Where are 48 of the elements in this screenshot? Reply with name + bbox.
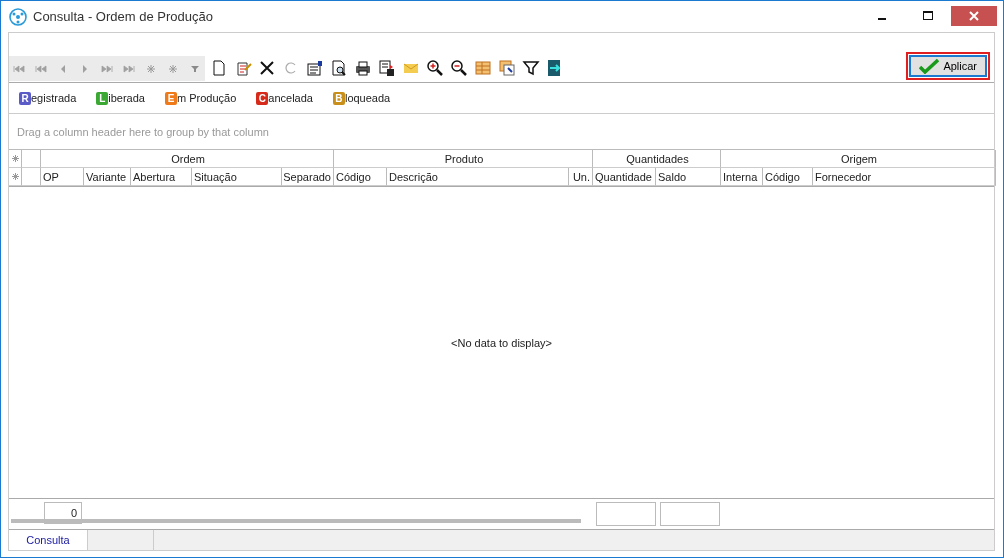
column-header[interactable]: Descrição — [387, 168, 569, 186]
status-label: m Produção — [176, 92, 237, 104]
group-hint: Drag a column header here to group by that column — [17, 125, 269, 138]
zoom-out-icon[interactable] — [449, 58, 469, 78]
column-header[interactable]: Interna — [721, 168, 763, 186]
status-badge: C — [256, 91, 269, 105]
band-header[interactable]: Quantidades — [593, 150, 721, 168]
column-header[interactable]: Abertura — [131, 168, 192, 186]
column-header[interactable]: Quantidade — [593, 168, 656, 186]
apply-button[interactable]: Aplicar — [909, 55, 987, 77]
column-header[interactable]: Variante — [84, 168, 131, 186]
status-badge: B — [332, 91, 345, 105]
filter-icon[interactable] — [521, 58, 541, 78]
column-header[interactable]: Código — [334, 168, 387, 186]
column-header[interactable]: Separado — [282, 168, 334, 186]
column-header[interactable]: Situação — [192, 168, 282, 186]
summary-cell: 0 — [44, 502, 82, 524]
status-label: ancelada — [268, 92, 313, 104]
status-label: iberada — [108, 92, 145, 104]
window-title: Consulta - Ordem de Produção — [33, 9, 213, 24]
checkmark-icon — [919, 58, 940, 74]
close-icon[interactable] — [951, 5, 997, 26]
band-header[interactable]: Ordem — [41, 150, 334, 168]
export-icon[interactable] — [377, 58, 397, 78]
column-header[interactable]: Código — [763, 168, 813, 186]
status-badge: E — [164, 91, 177, 105]
window-icon[interactable] — [497, 58, 517, 78]
summary-cell — [596, 502, 656, 526]
column-header[interactable]: Un. — [569, 168, 593, 186]
empty-message: <No data to display> — [451, 336, 552, 349]
column-header[interactable]: Saldo — [656, 168, 721, 186]
horizontal-scrollbar[interactable] — [11, 519, 581, 523]
zoom-in-icon[interactable] — [425, 58, 445, 78]
band-header[interactable]: Origem — [721, 150, 996, 168]
column-header[interactable]: Fornecedor — [813, 168, 996, 186]
column-header[interactable]: OP — [41, 168, 84, 186]
tab[interactable]: Consulta — [9, 530, 88, 550]
status-label: loqueada — [344, 92, 391, 104]
app-logo-icon — [9, 7, 27, 26]
print-icon[interactable] — [353, 58, 373, 78]
band-header[interactable]: Produto — [334, 150, 593, 168]
status-badge: R — [19, 91, 31, 105]
properties-icon[interactable] — [305, 58, 325, 78]
status-badge: L — [96, 91, 109, 105]
row-indicator-icon — [9, 168, 22, 186]
status-label: egistrada — [31, 92, 77, 104]
header-cell — [22, 168, 41, 186]
summary-cell — [660, 502, 720, 526]
